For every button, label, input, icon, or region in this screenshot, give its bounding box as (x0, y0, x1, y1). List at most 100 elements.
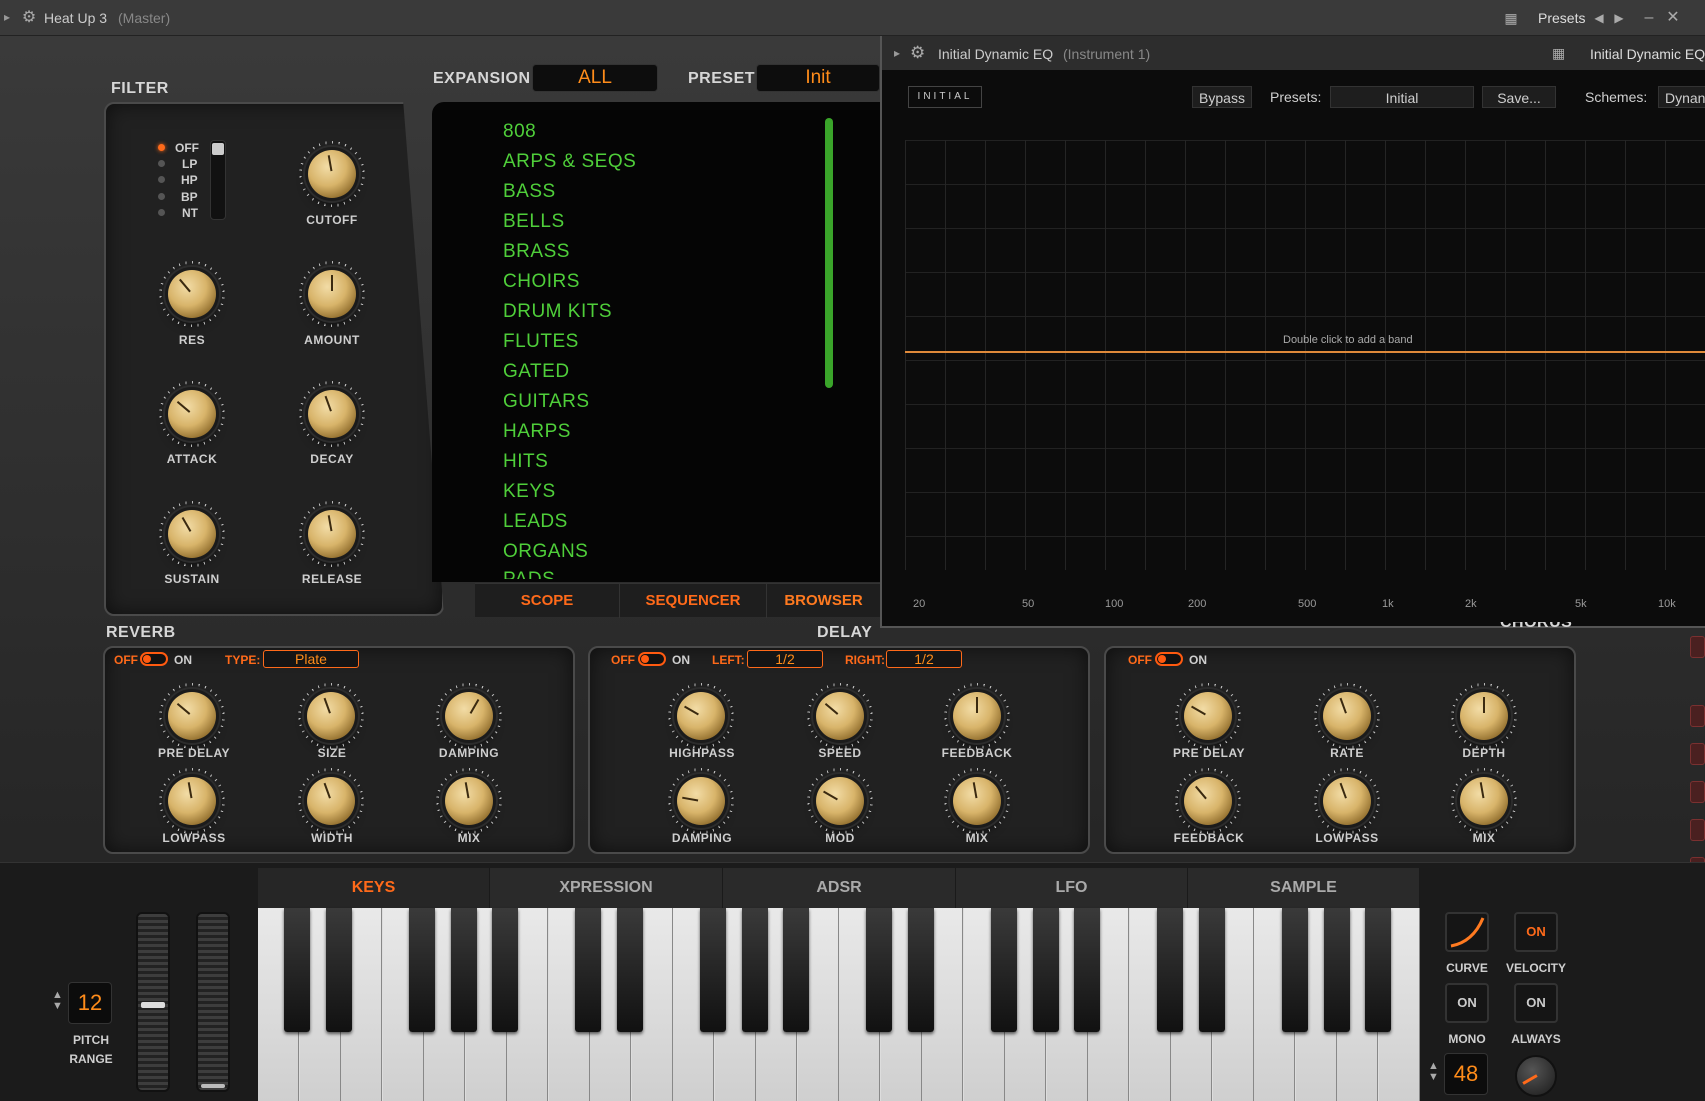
black-key[interactable] (700, 908, 726, 1032)
filter-mode-lp[interactable]: LP (182, 157, 197, 171)
reverb-lowpass-knob[interactable] (168, 777, 216, 825)
browser-scrollbar[interactable] (825, 118, 833, 388)
attack-knob[interactable] (168, 390, 216, 438)
eq-save-button[interactable]: Save... (1482, 86, 1556, 108)
black-key[interactable] (908, 908, 934, 1032)
browser-item[interactable]: HARPS (503, 421, 571, 443)
side-strip-button[interactable] (1690, 705, 1705, 727)
minimize-icon[interactable]: – (1640, 9, 1658, 27)
tab-sample[interactable]: SAMPLE (1188, 868, 1420, 908)
delay-speed-knob[interactable] (816, 692, 864, 740)
pitch-range-stepper-icon[interactable]: ▲ ▼ (52, 990, 63, 1012)
browser-item[interactable]: DRUM KITS (503, 301, 612, 323)
browser-item[interactable]: ORGANS (503, 541, 588, 563)
reverb-predelay-knob[interactable] (168, 692, 216, 740)
velocity-button[interactable]: ON (1514, 912, 1558, 952)
browser-item[interactable]: LEADS (503, 511, 568, 533)
side-strip-button[interactable] (1690, 636, 1705, 658)
prev-preset-icon[interactable]: ◀ (1590, 9, 1608, 27)
reverb-mix-knob[interactable] (445, 777, 493, 825)
browser-item[interactable]: BELLS (503, 211, 565, 233)
mono-button[interactable]: ON (1445, 983, 1489, 1023)
filter-mode-bp[interactable]: BP (181, 190, 198, 204)
bypass-button[interactable]: Bypass (1192, 86, 1252, 108)
expansion-dropdown[interactable]: ALL (532, 64, 658, 92)
res-knob[interactable] (168, 270, 216, 318)
filter-mode-hp[interactable]: HP (181, 173, 198, 187)
delay-left-dropdown[interactable]: 1/2 (747, 650, 823, 668)
glide-knob[interactable] (1515, 1055, 1557, 1097)
tab-adsr[interactable]: ADSR (723, 868, 956, 908)
filter-mode-nt[interactable]: NT (182, 206, 198, 220)
mod-wheel[interactable] (196, 912, 230, 1092)
black-key[interactable] (326, 908, 352, 1032)
curve-button[interactable] (1445, 912, 1489, 952)
black-key[interactable] (617, 908, 643, 1032)
pitch-range-value[interactable]: 12 (68, 982, 112, 1024)
black-key[interactable] (1365, 908, 1391, 1032)
black-key[interactable] (284, 908, 310, 1032)
browser-item[interactable]: FLUTES (503, 331, 579, 353)
filter-mode-switch[interactable] (210, 140, 226, 220)
tab-lfo[interactable]: LFO (956, 868, 1188, 908)
filter-mode-off[interactable]: OFF (175, 141, 199, 155)
gear-icon[interactable]: ⚙ (20, 9, 38, 27)
side-strip-button[interactable] (1690, 819, 1705, 841)
chorus-predelay-knob[interactable] (1184, 692, 1232, 740)
browser-item[interactable]: CHOIRS (503, 271, 580, 293)
black-key[interactable] (1282, 908, 1308, 1032)
tab-browser[interactable]: BROWSER (767, 584, 880, 618)
black-key[interactable] (1074, 908, 1100, 1032)
reverb-type-dropdown[interactable]: Plate (263, 650, 359, 668)
browser-item[interactable]: 808 (503, 121, 536, 143)
browser-item[interactable]: PADS (503, 569, 555, 579)
reverb-toggle[interactable] (140, 652, 168, 666)
chorus-mix-knob[interactable] (1460, 777, 1508, 825)
black-key[interactable] (991, 908, 1017, 1032)
tab-scope[interactable]: SCOPE (475, 584, 620, 618)
delay-mod-knob[interactable] (816, 777, 864, 825)
decay-knob[interactable] (308, 390, 356, 438)
side-strip-button[interactable] (1690, 743, 1705, 765)
cutoff-knob[interactable] (308, 150, 356, 198)
delay-mix-knob[interactable] (953, 777, 1001, 825)
presets-label[interactable]: Presets (1538, 10, 1585, 26)
always-button[interactable]: ON (1514, 983, 1558, 1023)
side-strip-button[interactable] (1690, 781, 1705, 803)
black-key[interactable] (409, 908, 435, 1032)
grid-icon[interactable]: ▦ (1502, 9, 1520, 27)
reverb-damping-knob[interactable] (445, 692, 493, 740)
eq-graph[interactable] (905, 140, 1705, 570)
browser-item[interactable]: BASS (503, 181, 556, 203)
browser-item[interactable]: HITS (503, 451, 548, 473)
preset-dropdown[interactable]: Init (756, 64, 880, 92)
chorus-toggle[interactable] (1155, 652, 1183, 666)
black-key[interactable] (575, 908, 601, 1032)
collapse-arrow-icon[interactable]: ▸ (894, 46, 900, 60)
release-knob[interactable] (308, 510, 356, 558)
next-preset-icon[interactable]: ▶ (1610, 9, 1628, 27)
chorus-depth-knob[interactable] (1460, 692, 1508, 740)
eq-presets-dropdown[interactable]: Initial (1330, 86, 1474, 108)
delay-feedback-knob[interactable] (953, 692, 1001, 740)
reverb-size-knob[interactable] (307, 692, 355, 740)
chorus-rate-knob[interactable] (1323, 692, 1371, 740)
close-icon[interactable]: ✕ (1664, 9, 1682, 27)
amount-knob[interactable] (308, 270, 356, 318)
black-key[interactable] (492, 908, 518, 1032)
black-key[interactable] (1324, 908, 1350, 1032)
black-key[interactable] (742, 908, 768, 1032)
black-key[interactable] (451, 908, 477, 1032)
tab-keys[interactable]: KEYS (258, 868, 490, 908)
browser-item[interactable]: ARPS & SEQS (503, 151, 636, 173)
chorus-feedback-knob[interactable] (1184, 777, 1232, 825)
browser-item[interactable]: GATED (503, 361, 570, 383)
delay-right-dropdown[interactable]: 1/2 (886, 650, 962, 668)
schemes-dropdown[interactable]: Dynan (1658, 86, 1705, 108)
black-key[interactable] (1157, 908, 1183, 1032)
voices-value[interactable]: 48 (1444, 1053, 1488, 1095)
tab-xpression[interactable]: XPRESSION (490, 868, 723, 908)
browser-item[interactable]: KEYS (503, 481, 556, 503)
voices-stepper-icon[interactable]: ▲ ▼ (1428, 1061, 1439, 1083)
collapse-arrow-icon[interactable]: ▸ (4, 10, 10, 24)
